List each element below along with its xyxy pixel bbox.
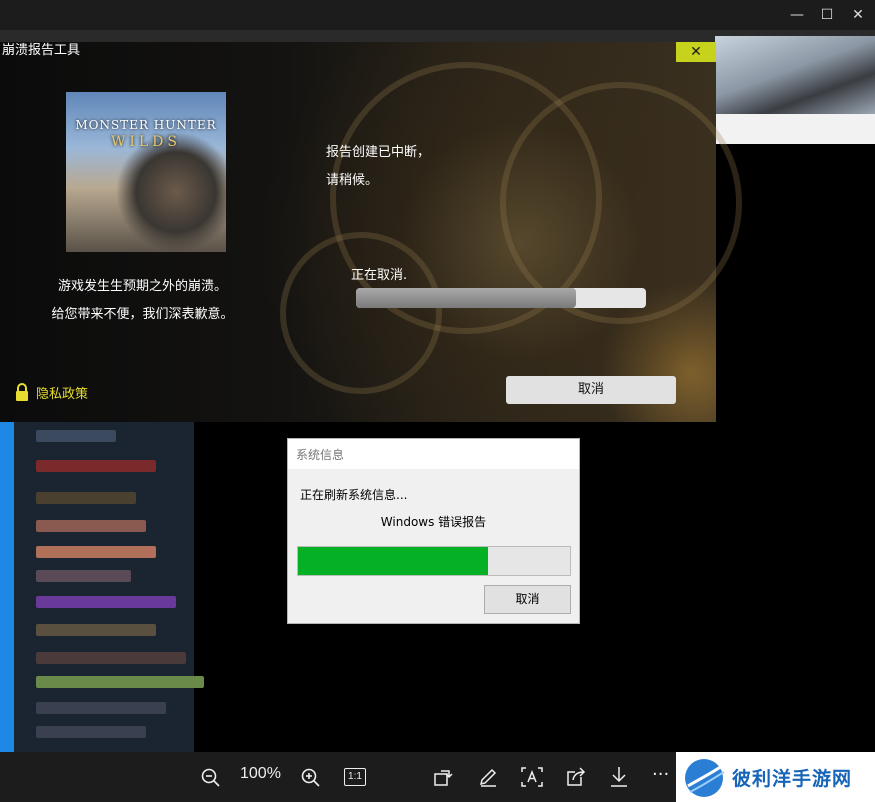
crash-close-button[interactable]: ✕ <box>676 42 716 62</box>
more-options-icon[interactable]: ··· <box>652 764 669 786</box>
apology-line-1: 游戏发生生预期之外的崩溃。 <box>57 279 227 294</box>
background-hero-image <box>715 36 875 114</box>
background-panel <box>715 114 875 144</box>
text-recognition-icon[interactable] <box>521 767 543 787</box>
lock-icon <box>16 383 28 401</box>
close-window-button[interactable]: ✕ <box>849 6 867 24</box>
watermark-text: 彼利洋手游网 <box>732 768 853 790</box>
status-line-2: 请稍候。 <box>326 173 379 188</box>
viewer-titlebar: — ☐ ✕ <box>0 0 875 30</box>
zoom-level: 100% <box>240 765 281 782</box>
progress-label: 正在取消. <box>351 268 408 283</box>
privacy-policy-link[interactable]: 隐私政策 <box>14 382 88 402</box>
system-info-title: 系统信息 <box>296 448 345 462</box>
crash-dialog-title: 崩溃报告工具 <box>2 43 81 58</box>
background-game-list <box>14 420 204 752</box>
crash-progress-fill <box>356 288 577 308</box>
crash-cancel-button[interactable]: 取消 <box>506 376 676 404</box>
system-info-progress-bar <box>297 546 571 576</box>
edit-icon[interactable] <box>478 767 498 787</box>
privacy-policy-label: 隐私政策 <box>36 386 89 402</box>
game-cover-image: MONSTER HUNTER WILDS <box>66 92 226 252</box>
minimize-button[interactable]: — <box>788 6 806 24</box>
background-sidebar-strip <box>0 420 14 752</box>
status-line-1: 报告创建已中断， <box>326 145 431 160</box>
apology-line-2: 给您带来不便，我们深表歉意。 <box>51 307 234 322</box>
crash-progress-bar <box>356 288 646 308</box>
decorative-ring <box>280 232 442 394</box>
system-info-titlebar: 系统信息 <box>288 439 579 469</box>
system-info-progress-fill <box>298 547 489 575</box>
cover-logo-subtitle: WILDS <box>110 134 182 150</box>
refresh-status-text: 正在刷新系统信息... <box>300 488 408 502</box>
actual-size-button[interactable]: 1:1 <box>344 768 366 786</box>
crash-reporter-dialog: 崩溃报告工具 ✕ MONSTER HUNTER WILDS 游戏发生生预期之外的… <box>0 42 742 422</box>
rotate-icon[interactable] <box>433 767 453 787</box>
watermark-logo-icon <box>685 759 725 797</box>
zoom-in-icon[interactable] <box>301 768 321 788</box>
error-report-text: Windows 错误报告 <box>380 515 487 529</box>
download-icon[interactable] <box>609 766 629 788</box>
zoom-out-icon[interactable] <box>201 768 221 788</box>
cover-logo-title: MONSTER HUNTER <box>75 118 217 132</box>
share-icon[interactable] <box>566 767 586 787</box>
watermark: 彼利洋手游网 <box>676 752 875 802</box>
system-info-dialog: 系统信息 正在刷新系统信息... Windows 错误报告 取消 <box>287 438 580 624</box>
system-info-cancel-button[interactable]: 取消 <box>484 585 571 614</box>
maximize-button[interactable]: ☐ <box>818 6 836 24</box>
